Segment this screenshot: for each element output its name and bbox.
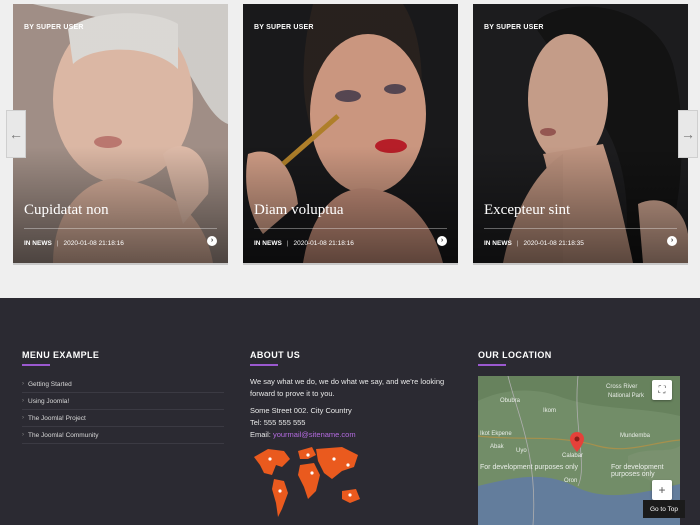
location-heading: OUR LOCATION bbox=[478, 350, 552, 360]
card-meta: IN NEWS | 2020-01-08 21:18:35 bbox=[484, 240, 584, 247]
menu-item-label[interactable]: The Joomla! Project bbox=[28, 415, 86, 422]
email-link[interactable]: yourmail@sitename.com bbox=[273, 430, 356, 439]
card-title[interactable]: Diam voluptua bbox=[254, 202, 344, 219]
card-author[interactable]: BY SUPER USER bbox=[24, 24, 84, 31]
map-place-label: Ikom bbox=[543, 408, 557, 414]
chevron-right-icon: › bbox=[22, 432, 24, 438]
card-divider bbox=[24, 228, 217, 229]
map-place-label: National Park bbox=[608, 393, 645, 399]
fullscreen-button[interactable]: ⛶ bbox=[652, 380, 672, 400]
card-category[interactable]: IN NEWS bbox=[254, 240, 282, 247]
card-meta: IN NEWS | 2020-01-08 21:18:16 bbox=[24, 240, 124, 247]
meta-separator: | bbox=[516, 240, 519, 247]
heading-underline bbox=[22, 364, 50, 366]
footer-menu: › Getting Started › Using Joomla! › The Joo… bbox=[22, 376, 224, 444]
map-place-label: Obubra bbox=[500, 398, 521, 404]
about-email-row: Email: yourmail@sitename.com bbox=[250, 430, 356, 439]
menu-item[interactable]: › Using Joomla! bbox=[22, 393, 224, 410]
site-footer: MENU EXAMPLE › Getting Started › Using Joo… bbox=[0, 298, 700, 525]
card-overlay bbox=[473, 4, 688, 263]
card-title[interactable]: Excepteur sint bbox=[484, 202, 570, 219]
carousel-next-button[interactable]: → bbox=[678, 110, 698, 158]
menu-heading: MENU EXAMPLE bbox=[22, 350, 100, 360]
map-place-label: Calabar bbox=[562, 453, 584, 459]
card-divider bbox=[254, 228, 447, 229]
card-category[interactable]: IN NEWS bbox=[484, 240, 512, 247]
chevron-right-icon: › bbox=[22, 415, 24, 421]
fullscreen-icon: ⛶ bbox=[658, 384, 666, 396]
card-meta: IN NEWS | 2020-01-08 21:18:16 bbox=[254, 240, 354, 247]
about-heading: ABOUT US bbox=[250, 350, 301, 360]
card-date: 2020-01-08 21:18:16 bbox=[63, 240, 124, 247]
menu-item[interactable]: › The Joomla! Community bbox=[22, 427, 224, 444]
read-more-icon[interactable]: › bbox=[207, 236, 217, 246]
world-map-image bbox=[254, 447, 360, 517]
about-description: We say what we do, we do what we say, an… bbox=[250, 377, 445, 398]
chevron-right-icon: › bbox=[22, 381, 24, 387]
email-label: Email: bbox=[250, 430, 271, 439]
map-dev-notice: For development purposes only bbox=[611, 464, 664, 478]
map-dev-notice: For development purposes only bbox=[480, 464, 579, 471]
card-overlay bbox=[243, 4, 458, 263]
card-divider bbox=[484, 228, 677, 229]
map-marker-icon[interactable] bbox=[570, 432, 584, 452]
zoom-in-button[interactable]: + bbox=[652, 480, 672, 500]
news-card[interactable]: BY SUPER USER Cupidatat non IN NEWS | 20… bbox=[13, 4, 228, 263]
news-carousel: BY SUPER USER Cupidatat non IN NEWS | 20… bbox=[0, 0, 700, 298]
about-phone: Tel: 555 555 555 bbox=[250, 418, 306, 427]
menu-item-label[interactable]: The Joomla! Community bbox=[28, 432, 98, 439]
carousel-prev-button[interactable]: ← bbox=[6, 110, 26, 158]
card-date: 2020-01-08 21:18:35 bbox=[523, 240, 584, 247]
menu-item-label[interactable]: Using Joomla! bbox=[28, 398, 69, 405]
plus-icon: + bbox=[658, 483, 666, 497]
card-author[interactable]: BY SUPER USER bbox=[254, 24, 314, 31]
card-date: 2020-01-08 21:18:16 bbox=[293, 240, 354, 247]
read-more-icon[interactable]: › bbox=[437, 236, 447, 246]
about-address: Some Street 002. City Country bbox=[250, 406, 352, 415]
card-title[interactable]: Cupidatat non bbox=[24, 202, 109, 219]
map-place-label: Mundemba bbox=[620, 433, 651, 439]
card-author[interactable]: BY SUPER USER bbox=[484, 24, 544, 31]
meta-separator: | bbox=[56, 240, 59, 247]
arrow-left-icon: ← bbox=[9, 126, 23, 142]
go-to-top-button[interactable]: Go to Top bbox=[643, 500, 685, 518]
news-card[interactable]: BY SUPER USER Diam voluptua IN NEWS | 20… bbox=[243, 4, 458, 263]
menu-item-label[interactable]: Getting Started bbox=[28, 381, 72, 388]
heading-underline bbox=[250, 364, 278, 366]
map-place-label: Ikot Ekpene bbox=[480, 431, 512, 437]
card-category[interactable]: IN NEWS bbox=[24, 240, 52, 247]
card-overlay bbox=[13, 4, 228, 263]
menu-item[interactable]: › Getting Started bbox=[22, 376, 224, 393]
heading-underline bbox=[478, 364, 506, 366]
chevron-right-icon: › bbox=[22, 398, 24, 404]
arrow-right-icon: → bbox=[681, 126, 695, 142]
read-more-icon[interactable]: › bbox=[667, 236, 677, 246]
news-card[interactable]: BY SUPER USER Excepteur sint IN NEWS | 2… bbox=[473, 4, 688, 263]
map-place-label: Cross River bbox=[606, 384, 638, 390]
map-place-label: Oron bbox=[564, 478, 578, 484]
meta-separator: | bbox=[286, 240, 289, 247]
map-place-label: Abak bbox=[490, 444, 504, 450]
map-place-label: Uyo bbox=[516, 448, 527, 454]
menu-item[interactable]: › The Joomla! Project bbox=[22, 410, 224, 427]
